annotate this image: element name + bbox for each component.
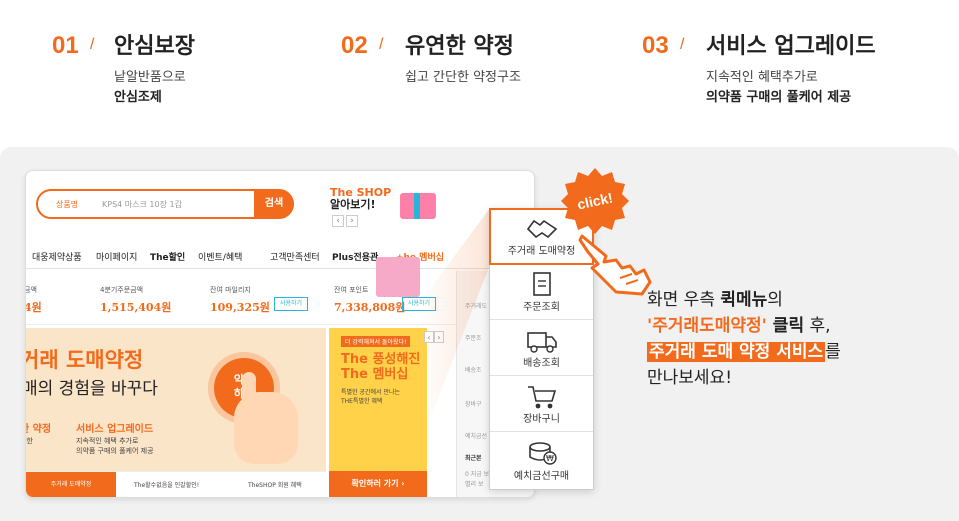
message-line: '주거래도매약정' 클릭 후,	[647, 313, 841, 339]
banner-feature-title: 한 약정	[26, 424, 52, 435]
pointing-hand-icon	[234, 372, 298, 464]
faded-quick-item: 별리 보	[465, 481, 484, 488]
membership-desc-line: 특별한 공간에서 만나는	[341, 389, 401, 396]
search-input[interactable]: KPS4 마스크 10장 1갑	[102, 199, 182, 210]
use-mileage-button[interactable]: 사용하기	[274, 297, 308, 311]
stat-value: 7,338,808원	[334, 301, 406, 314]
quick-menu-label: 예치금선구매	[513, 471, 570, 482]
stat-block: 4분기주문금액 1,515,404원	[100, 285, 171, 315]
prev-arrow-icon[interactable]: ‹	[332, 215, 344, 227]
nav-item[interactable]: 고객만족센터	[270, 250, 320, 263]
membership-title: The 풍성해진 The 멤버십	[341, 352, 420, 382]
stat-label: 금액	[25, 286, 37, 294]
gift-box-icon	[400, 193, 436, 219]
feature-title: 유연한 약정	[405, 34, 514, 59]
banner-feature-desc-line: 지속적인 혜택 추가로	[76, 437, 139, 445]
shop-promo[interactable]: The SHOP 알아보기!	[330, 187, 391, 211]
quick-menu-label: 배송조회	[523, 358, 560, 369]
coin-icon: ₩	[529, 442, 557, 465]
stat-value: 109,325원	[210, 301, 270, 314]
shopping-bag-icon	[376, 257, 420, 297]
stat-value: 4원	[25, 301, 42, 314]
quick-menu-cart[interactable]: 장바구니	[490, 377, 593, 432]
tab-shop-benefit[interactable]: TheSHOP 회원 혜택	[248, 480, 302, 489]
banner-tabs: 주거래 도매약정 The할수없음을 인갈할인! TheSHOP 회원 혜택	[26, 471, 326, 497]
message-text: 후,	[804, 316, 831, 336]
membership-desc: 특별한 공간에서 만나는 THE특별한 혜택	[341, 388, 400, 406]
message-highlight: 주거래 도매 약정 서비스	[647, 342, 826, 362]
membership-confirm-button[interactable]: 확인하러 가기 ›	[329, 471, 427, 497]
feature-desc-bold: 의약품 구매의 풀케어 제공	[706, 90, 852, 105]
nav-item[interactable]: 마이페이지	[96, 250, 137, 263]
membership-title-line: The 멤버십	[341, 367, 409, 382]
feature-title: 서비스 업그레이드	[706, 34, 876, 59]
receipt-icon	[533, 272, 551, 296]
hand-cursor-icon	[578, 234, 652, 296]
message-text: 화면 우측	[647, 290, 721, 310]
quick-menu-label: 장바구니	[523, 414, 560, 425]
message-bold: 클릭	[766, 316, 805, 336]
message-text: 를	[825, 342, 841, 362]
banner-feature-desc: 단한	[26, 437, 33, 445]
membership-desc-line: THE특별한 혜택	[341, 398, 383, 405]
quick-menu-delivery[interactable]: 배송조회	[490, 321, 593, 376]
promo-pager: ‹ ›	[332, 215, 360, 227]
stat-value: 1,515,404원	[100, 301, 172, 314]
main-banner[interactable]: 거래 도매약정 매의 경험을 바꾸다 한 약정 단한 서비스 업그레이드 지속적…	[26, 328, 326, 471]
next-arrow-icon[interactable]: ›	[346, 215, 358, 227]
faded-quick-item: 배송조	[465, 367, 482, 374]
message-orange: '주거래도매약정'	[647, 316, 767, 336]
message-text: 의	[767, 290, 783, 310]
stat-label: 4분기주문금액	[100, 286, 144, 294]
banner-feature-desc-line: 의약품 구매의 풀케어 제공	[76, 447, 154, 455]
feature-header: 01 / 안심보장 낱알반품으로 안심조제 02 / 유연한 약정 쉽고 간단한…	[0, 0, 959, 140]
search-button[interactable]: 검색	[254, 191, 294, 217]
banner-feature-desc: 지속적인 혜택 추가로 의약품 구매의 풀케어 제공	[76, 436, 154, 456]
instruction-message: 화면 우측 퀵메뉴의 '주거래도매약정' 클릭 후, 주거래 도매 약정 서비스…	[647, 287, 841, 391]
cart-icon	[528, 386, 557, 409]
feature-slash: /	[90, 36, 95, 53]
quick-menu-deposit[interactable]: ₩ 예치금선구매	[490, 433, 593, 488]
faded-quick-item: 주문조	[465, 335, 482, 342]
faded-quick-item: 0 지금 보	[465, 471, 490, 478]
banner-feature-title: 서비스 업그레이드	[76, 424, 154, 435]
nav-item[interactable]: The할인	[150, 250, 185, 263]
tab-discount[interactable]: The할수없음을 인갈할인!	[134, 480, 199, 489]
membership-title-line: The 풍성해진	[341, 352, 421, 367]
quick-menu-label: 주문조회	[523, 302, 560, 313]
membership-tag: 더 강력해져서 돌아왔다!	[341, 336, 411, 347]
faded-quick-item: 장바구	[465, 401, 482, 408]
feature-number: 01	[52, 32, 79, 59]
feature-desc: 낱알반품으로	[114, 70, 186, 85]
feature-title: 안심보장	[114, 34, 195, 59]
svg-text:₩: ₩	[546, 454, 554, 463]
nav-item[interactable]: Plus전용관	[332, 250, 378, 263]
faded-quick-item: 예치금선	[465, 433, 488, 440]
feature-desc-bold: 안심조제	[114, 90, 162, 105]
feature-number: 02	[341, 32, 368, 59]
stat-label: 잔여 마일리지	[210, 286, 251, 294]
membership-banner[interactable]: 더 강력해져서 돌아왔다! The 풍성해진 The 멤버십 특별한 공간에서 …	[329, 328, 427, 471]
stat-block: 잔여 마일리지 109,325원 사용하기	[210, 285, 308, 315]
message-line: 만나보세요!	[647, 368, 733, 388]
message-line: 화면 우측 퀵메뉴의	[647, 287, 841, 313]
banner-title: 거래 도매약정	[25, 348, 144, 372]
feature-desc: 쉽고 간단한 약정구조	[405, 70, 521, 85]
truck-icon	[527, 332, 557, 353]
banner-subtitle: 매의 경험을 바꾸다	[25, 379, 158, 399]
feature-slash: /	[379, 36, 384, 53]
message-line: 주거래 도매 약정 서비스 를	[647, 339, 841, 365]
feature-desc: 지속적인 혜택추가로	[706, 70, 818, 85]
search-category[interactable]: 상품명	[56, 199, 78, 210]
tab-contract[interactable]: 주거래 도매약정	[26, 472, 116, 497]
nav-item[interactable]: 대웅제약상품	[32, 250, 82, 263]
feature-slash: /	[680, 36, 685, 53]
feature-number: 03	[642, 32, 669, 59]
nav-item[interactable]: 이벤트/혜택	[198, 250, 242, 263]
handshake-icon	[526, 219, 558, 239]
promo-line2: 알아보기!	[330, 198, 376, 211]
message-bold: 퀵메뉴	[720, 290, 768, 310]
faded-quick-item: 최근본	[465, 455, 482, 462]
stat-block: 금액 4원	[25, 285, 42, 315]
